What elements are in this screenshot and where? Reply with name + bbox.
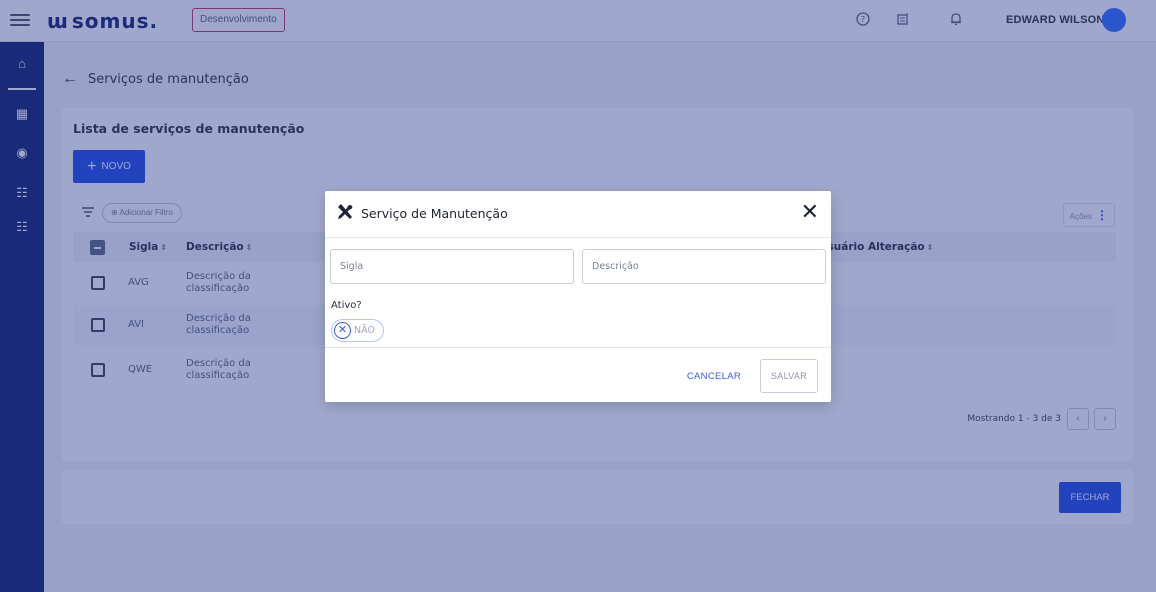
x-circle-icon: ✕ (334, 322, 351, 339)
cancel-button[interactable]: CANCELAR (687, 361, 741, 391)
ativo-label: Ativo? (331, 300, 362, 311)
modal-footer: CANCELAR SALVAR (325, 347, 831, 402)
modal-title: Serviço de Manutenção (361, 206, 508, 221)
save-button[interactable]: SALVAR (760, 359, 818, 393)
ativo-toggle[interactable]: ✕ NÃO (331, 319, 384, 342)
modal-header: Serviço de Manutenção ✕ (325, 191, 831, 238)
sigla-input[interactable]: Sigla (330, 249, 574, 284)
descricao-input[interactable]: Descrição (582, 249, 826, 284)
maintenance-service-dialog: Serviço de Manutenção ✕ Sigla Descrição … (325, 191, 831, 402)
tools-icon (336, 203, 354, 226)
close-icon[interactable]: ✕ (801, 200, 819, 226)
toggle-value: NÃO (354, 325, 375, 336)
